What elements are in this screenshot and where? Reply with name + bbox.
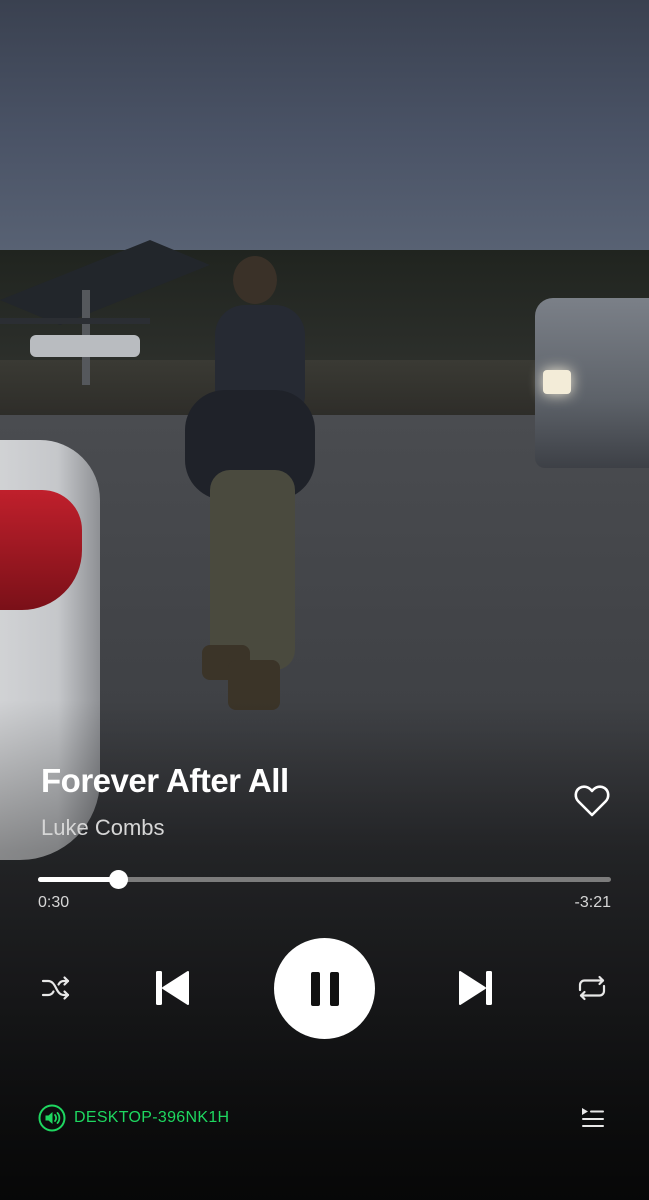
heart-icon[interactable]: [574, 784, 610, 818]
embracing-couple: [185, 256, 315, 710]
pause-button[interactable]: [274, 938, 375, 1039]
elapsed-time: 0:30: [38, 894, 70, 911]
queue-icon[interactable]: [580, 1106, 606, 1130]
connected-device[interactable]: DESKTOP-396NK1H: [38, 1104, 229, 1132]
pause-icon: [310, 971, 339, 1006]
previous-icon[interactable]: [152, 968, 192, 1008]
progress-fill: [38, 877, 119, 882]
speaker-icon: [38, 1104, 66, 1132]
shuffle-icon[interactable]: [40, 973, 72, 1003]
remaining-time: -3:21: [574, 894, 611, 911]
device-name: DESKTOP-396NK1H: [74, 1109, 230, 1126]
artist-name[interactable]: Luke Combs: [41, 815, 165, 841]
track-title: Forever After All: [41, 762, 289, 799]
repeat-icon[interactable]: [575, 973, 609, 1003]
next-icon[interactable]: [456, 968, 496, 1008]
truck-headlight: [543, 370, 571, 394]
progress-bar[interactable]: [38, 870, 611, 889]
